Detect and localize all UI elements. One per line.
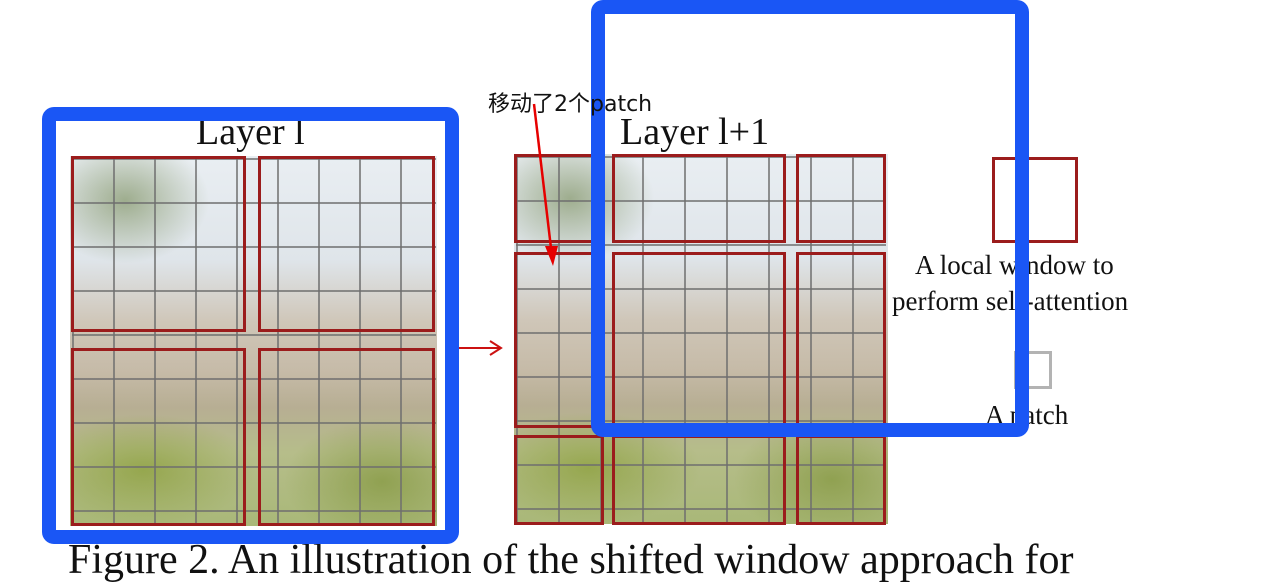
layer-l1-window-8 [612,435,786,525]
shift-annotation: 移动了2个patch [488,92,653,117]
highlight-box-layer-l [42,107,459,544]
right-arrow-icon [456,340,503,356]
pointer-arrow-icon [532,103,558,266]
layer-l1-window-7 [514,435,604,525]
layer-l1-window-9 [796,435,886,525]
highlight-box-layer-l1 [591,0,1029,437]
